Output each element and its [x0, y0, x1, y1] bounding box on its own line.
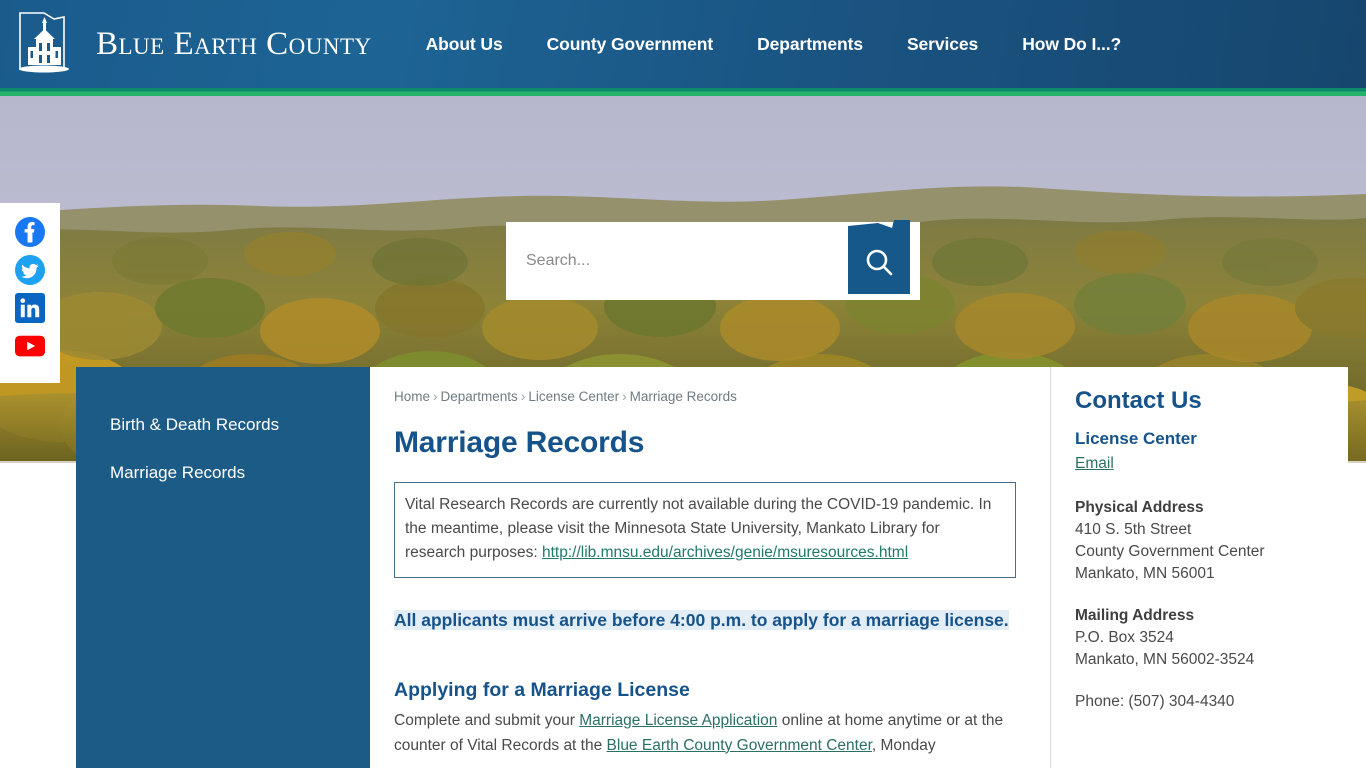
search-icon	[848, 220, 910, 294]
physical-address-line-3: Mankato, MN 56001	[1075, 565, 1215, 582]
search-bar	[506, 220, 920, 300]
physical-address-label: Physical Address	[1075, 499, 1204, 516]
contact-us-heading: Contact Us	[1075, 387, 1202, 414]
site-title: Blue Earth County	[96, 25, 372, 62]
mailing-address-label: Mailing Address	[1075, 607, 1195, 624]
arrival-deadline-alert: All applicants must arrive before 4:00 p…	[394, 608, 1016, 633]
header-accent-bar	[0, 88, 1366, 96]
contact-phone: Phone: (507) 304-4340	[1075, 693, 1235, 710]
site-header: Blue Earth County About Us County Govern…	[0, 0, 1366, 88]
search-submit-button[interactable]	[848, 220, 910, 294]
contact-email-link[interactable]: Email	[1075, 455, 1114, 473]
paragraph-part-1: Complete and submit your	[394, 711, 580, 729]
section-heading-applying: Applying for a Marriage License	[394, 678, 690, 701]
section-sidebar-nav: Birth & Death Records Marriage Records	[76, 367, 370, 768]
contact-us-panel: Contact Us License Center Email Physical…	[1050, 367, 1348, 768]
breadcrumb-separator: ›	[622, 389, 627, 404]
twitter-icon[interactable]	[15, 255, 45, 285]
covid-notice-box: Vital Research Records are currently not…	[394, 482, 1016, 579]
nav-item-county-government[interactable]: County Government	[525, 34, 736, 55]
search-input[interactable]	[526, 252, 846, 270]
marriage-license-application-link[interactable]: Marriage License Application	[579, 712, 777, 729]
alert-text: All applicants must arrive before 4:00 p…	[394, 610, 1009, 631]
nav-item-about-us[interactable]: About Us	[404, 34, 525, 55]
nav-item-services[interactable]: Services	[885, 34, 1000, 55]
breadcrumb: Home › Departments › License Center › Marriage…	[394, 389, 1016, 404]
main-content: Home › Departments › License Center › Marriage…	[370, 367, 1050, 768]
breadcrumb-separator: ›	[520, 389, 526, 404]
sidebar-item-birth-death-records[interactable]: Birth & Death Records	[76, 401, 370, 449]
mailing-address-line-1: P.O. Box 3524	[1075, 629, 1174, 646]
sidebar-item-marriage-records[interactable]: Marriage Records	[76, 449, 370, 497]
breadcrumb-item-current: Marriage Records	[629, 389, 737, 404]
physical-address-line-1: 410 S. 5th Street	[1075, 521, 1192, 538]
county-courthouse-outline-icon	[19, 12, 69, 73]
nav-item-departments[interactable]: Departments	[735, 34, 885, 55]
youtube-icon[interactable]	[15, 331, 45, 361]
section-paragraph-applying: Complete and submit your Marriage Licens…	[394, 708, 1016, 758]
breadcrumb-item-license-center[interactable]: License Center	[528, 389, 619, 404]
breadcrumb-item-home[interactable]: Home	[394, 389, 430, 404]
msu-library-link[interactable]: http://lib.mnsu.edu/archives/genie/msure…	[542, 544, 908, 561]
mailing-address-line-2: Mankato, MN 56002-3524	[1075, 651, 1255, 668]
facebook-icon[interactable]	[15, 217, 45, 247]
physical-address-line-2: County Government Center	[1075, 543, 1265, 560]
page-root: Blue Earth County About Us County Govern…	[0, 0, 1366, 768]
page-title: Marriage Records	[394, 426, 645, 459]
breadcrumb-separator: ›	[433, 389, 438, 404]
contact-department: License Center	[1075, 429, 1197, 448]
main-navigation: About Us County Government Departments S…	[404, 34, 1144, 55]
nav-item-how-do-i[interactable]: How Do I...?	[1000, 34, 1143, 55]
social-media-rail	[0, 203, 60, 383]
government-center-link[interactable]: Blue Earth County Government Center	[607, 737, 872, 754]
paragraph-part-3: , Monday	[871, 736, 936, 754]
breadcrumb-item-departments[interactable]: Departments	[441, 389, 518, 404]
linkedin-icon[interactable]	[15, 293, 45, 323]
site-logo[interactable]: Blue Earth County	[0, 0, 372, 88]
content-card: Birth & Death Records Marriage Records H…	[76, 367, 1348, 768]
